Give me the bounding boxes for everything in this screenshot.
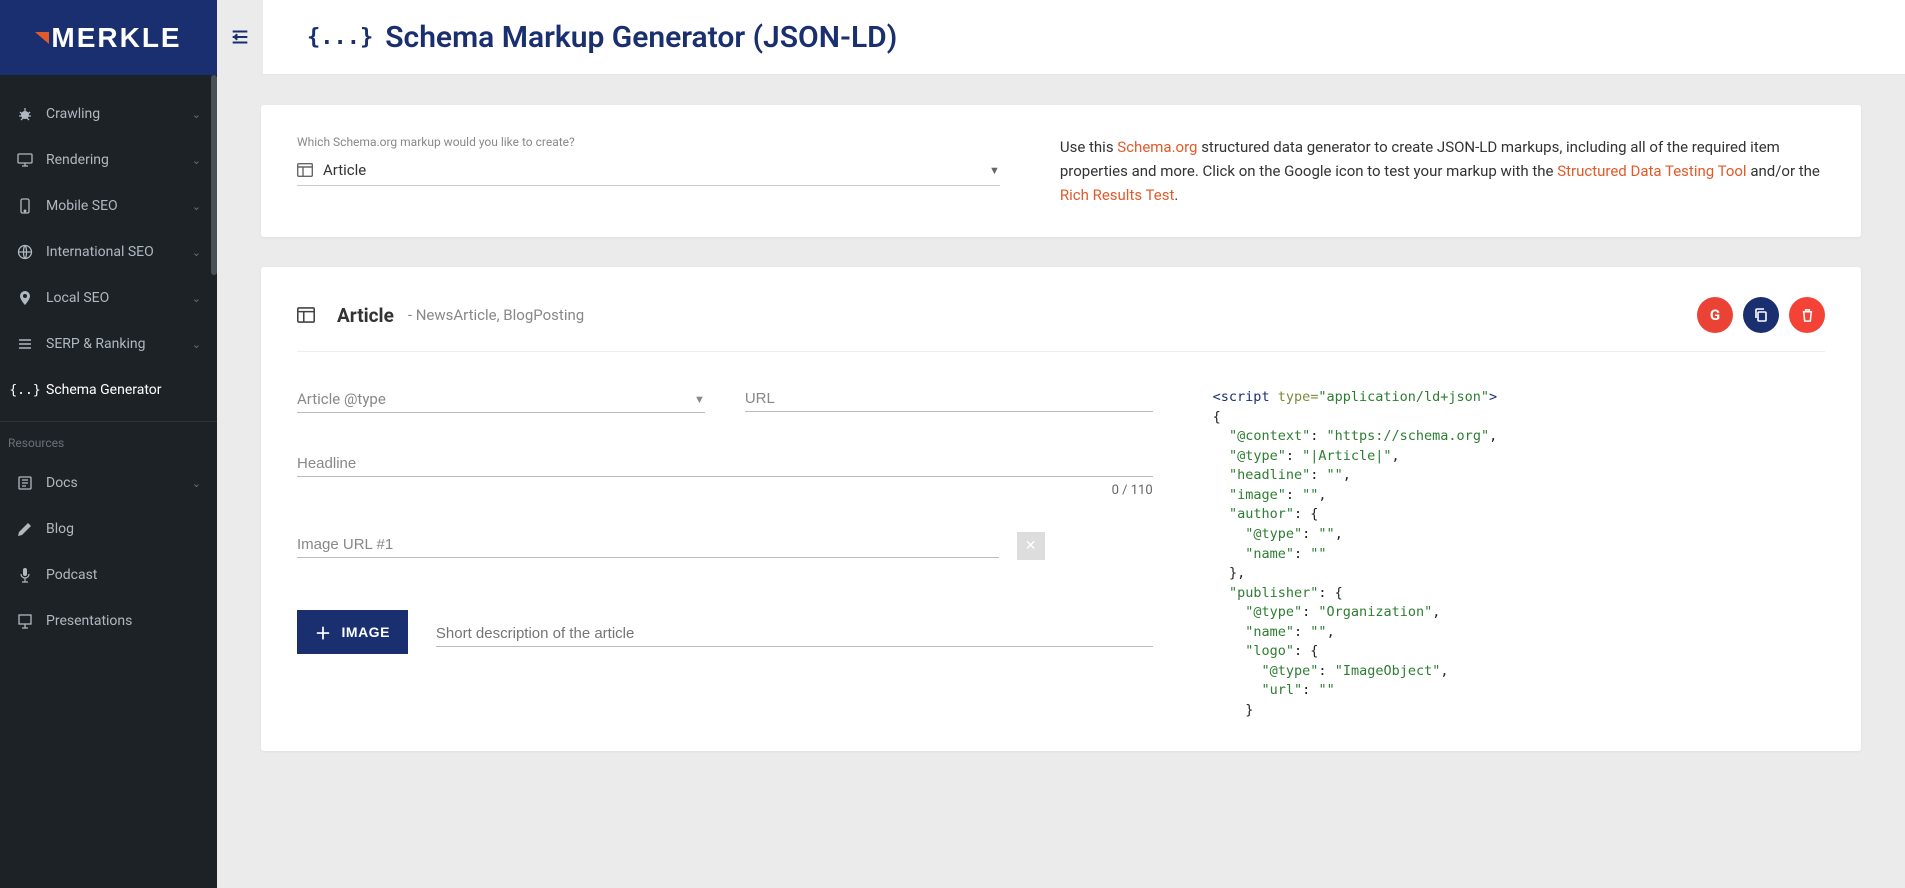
add-image-button[interactable]: ＋ IMAGE (297, 610, 408, 654)
page-title: Schema Markup Generator (JSON-LD) (385, 20, 897, 55)
intro-text-part: Use this (1060, 138, 1117, 156)
test-google-button[interactable]: G (1697, 297, 1733, 333)
article-type-select[interactable]: Article @type ▼ (297, 382, 705, 413)
sidebar-item-docs[interactable]: Docs ⌄ (0, 460, 217, 506)
trash-icon (1800, 308, 1815, 323)
nav-label: Docs (46, 475, 192, 491)
image-url-input[interactable] (297, 528, 999, 558)
headline-input[interactable] (297, 447, 1153, 477)
delete-button[interactable] (1789, 297, 1825, 333)
nav-section-resources: Resources (0, 421, 217, 460)
copy-icon (1753, 307, 1769, 323)
sidebar-item-presentations[interactable]: Presentations (0, 598, 217, 644)
pin-icon (16, 289, 34, 307)
chevron-down-icon: ⌄ (192, 108, 201, 121)
nav-label: SERP & Ranking (46, 336, 192, 352)
intro-card: Which Schema.org markup would you like t… (261, 105, 1861, 237)
sidebar-item-schema-generator[interactable]: {..} Schema Generator (0, 367, 217, 413)
sidebar-scrollbar[interactable] (211, 75, 217, 275)
copy-button[interactable] (1743, 297, 1779, 333)
builder-header: Article - NewsArticle, BlogPosting G (297, 297, 1825, 352)
sidebar-item-serp-ranking[interactable]: SERP & Ranking ⌄ (0, 321, 217, 367)
remove-image-button[interactable]: ✕ (1017, 532, 1045, 560)
schema-select-value: Article (323, 161, 989, 179)
sidebar-item-international-seo[interactable]: International SEO ⌄ (0, 229, 217, 275)
form-column: Article @type ▼ 0 / 110 (297, 382, 1153, 721)
builder-subtitle: - NewsArticle, BlogPosting (408, 306, 584, 324)
sdtt-link[interactable]: Structured Data Testing Tool (1557, 162, 1746, 180)
intro-text-part: . (1174, 186, 1178, 204)
dropdown-arrow-icon: ▼ (694, 393, 705, 406)
collapse-sidebar-button[interactable] (217, 0, 263, 75)
chevron-down-icon: ⌄ (192, 200, 201, 213)
intro-text: Use this Schema.org structured data gene… (1060, 135, 1825, 207)
nav-label: Presentations (46, 613, 201, 629)
nav-label: Rendering (46, 152, 192, 168)
nav-label: Mobile SEO (46, 198, 192, 214)
brand-logo[interactable]: MERKLE (0, 0, 217, 75)
braces-icon: {..} (16, 381, 34, 399)
headline-char-count: 0 / 110 (297, 483, 1153, 498)
sidebar: MERKLE Crawling ⌄ Rendering ⌄ (0, 0, 217, 888)
chevron-down-icon: ⌄ (192, 338, 201, 351)
code-preview: <script type="application/ld+json"> { "@… (1213, 382, 1825, 721)
brand-name: MERKLE (51, 22, 181, 54)
nav-label: Local SEO (46, 290, 192, 306)
add-image-label: IMAGE (342, 624, 390, 640)
monitor-icon (16, 151, 34, 169)
sidebar-item-crawling[interactable]: Crawling ⌄ (0, 91, 217, 137)
book-icon (16, 474, 34, 492)
pencil-icon (16, 520, 34, 538)
nav-list: Crawling ⌄ Rendering ⌄ Mobile SEO ⌄ (0, 75, 217, 888)
url-input[interactable] (745, 382, 1153, 412)
chevron-down-icon: ⌄ (192, 154, 201, 167)
sidebar-item-rendering[interactable]: Rendering ⌄ (0, 137, 217, 183)
schema-select-label: Which Schema.org markup would you like t… (297, 135, 1000, 149)
sidebar-item-blog[interactable]: Blog (0, 506, 217, 552)
chevron-down-icon: ⌄ (192, 246, 201, 259)
article-type-label: Article @type (297, 390, 386, 408)
nav-label: Podcast (46, 567, 201, 583)
globe-icon (16, 243, 34, 261)
sidebar-item-podcast[interactable]: Podcast (0, 552, 217, 598)
nav-label: Blog (46, 521, 201, 537)
chevron-down-icon: ⌄ (192, 292, 201, 305)
close-icon: ✕ (1025, 538, 1037, 554)
nav-label: Crawling (46, 106, 192, 122)
list-icon (16, 335, 34, 353)
builder-card: Article - NewsArticle, BlogPosting G (261, 267, 1861, 751)
webpage-icon (297, 307, 315, 323)
logo-triangle-icon (35, 32, 49, 44)
mic-icon (16, 566, 34, 584)
rich-results-link[interactable]: Rich Results Test (1060, 186, 1175, 204)
nav-label: Schema Generator (46, 382, 201, 398)
sidebar-item-mobile-seo[interactable]: Mobile SEO ⌄ (0, 183, 217, 229)
chevron-down-icon: ⌄ (192, 477, 201, 490)
nav-label: International SEO (46, 244, 192, 260)
webpage-icon (297, 163, 313, 177)
schema-type-select[interactable]: Article ▼ (297, 153, 1000, 186)
top-header: {...} Schema Markup Generator (JSON-LD) (217, 0, 1905, 75)
phone-icon (16, 197, 34, 215)
dropdown-arrow-icon: ▼ (989, 164, 1000, 177)
braces-icon: {...} (307, 25, 373, 50)
sidebar-item-local-seo[interactable]: Local SEO ⌄ (0, 275, 217, 321)
description-input[interactable] (436, 617, 1153, 647)
bug-icon (16, 105, 34, 123)
content: Which Schema.org markup would you like t… (217, 75, 1905, 888)
google-g-icon: G (1710, 306, 1720, 324)
plus-icon: ＋ (315, 620, 332, 644)
presentation-icon (16, 612, 34, 630)
intro-text-part: and/or the (1747, 162, 1820, 180)
builder-title: Article (337, 304, 394, 327)
main-area: {...} Schema Markup Generator (JSON-LD) … (217, 0, 1905, 888)
schema-org-link[interactable]: Schema.org (1117, 138, 1197, 156)
